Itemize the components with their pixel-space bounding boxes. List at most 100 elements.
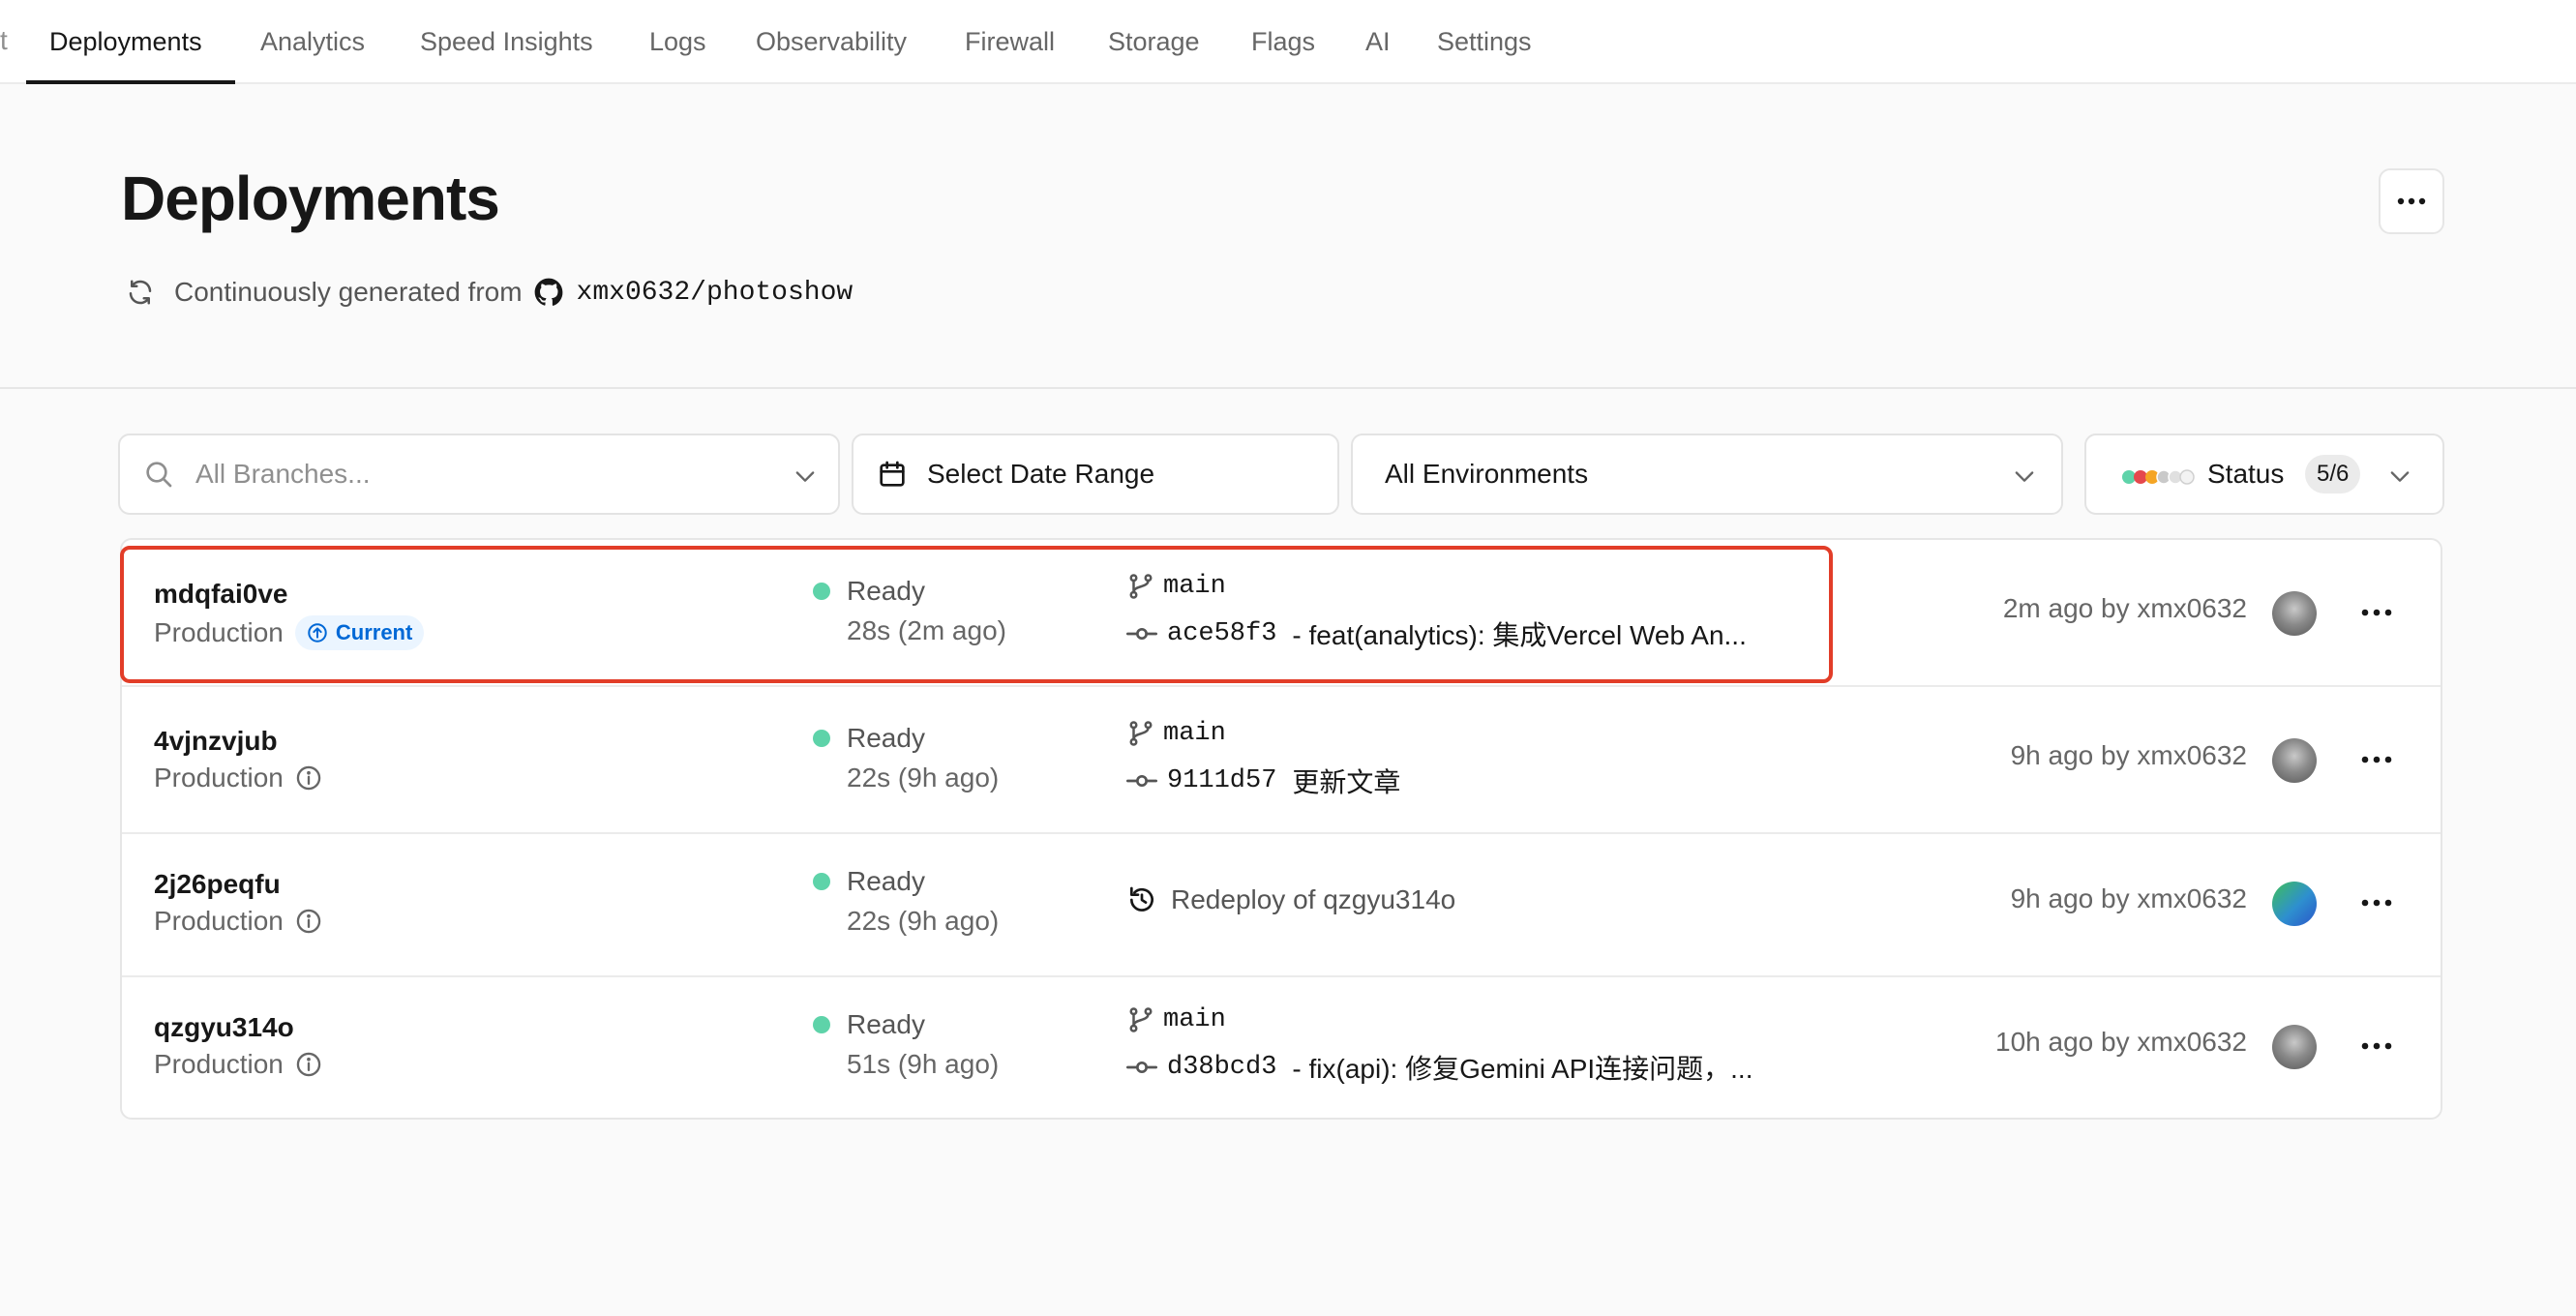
info-icon[interactable] bbox=[295, 908, 322, 935]
status-filter-select[interactable]: Status 5/6 bbox=[2084, 434, 2444, 515]
deployment-id[interactable]: 2j26peqfu bbox=[154, 869, 281, 900]
commit-sha[interactable]: 9111d57 bbox=[1167, 766, 1276, 795]
refresh-icon bbox=[126, 278, 155, 307]
deployment-meta: 2m ago by xmx0632 bbox=[2002, 593, 2247, 623]
environment-label: Production bbox=[154, 763, 284, 793]
git-branch-icon bbox=[1126, 719, 1155, 748]
deployment-id[interactable]: mdqfai0ve bbox=[154, 579, 288, 610]
deployment-row[interactable]: qzgyu314o Production Ready 51s (9h ago) … bbox=[122, 977, 2441, 1120]
more-horizontal-icon bbox=[2361, 609, 2392, 616]
search-icon bbox=[143, 459, 174, 490]
tab-settings[interactable]: Settings bbox=[1437, 0, 1532, 84]
branch-filter-placeholder: All Branches... bbox=[195, 459, 371, 489]
environment-label: Production bbox=[154, 617, 284, 647]
source-description: Continuously generated from bbox=[174, 277, 523, 307]
active-tab-indicator bbox=[26, 80, 235, 84]
git-commit-icon bbox=[1126, 618, 1157, 649]
row-more-options-button[interactable] bbox=[2357, 740, 2396, 779]
commit-info: 9111d57 更新文章 bbox=[1126, 762, 1400, 800]
deployment-row[interactable]: 4vjnzvjub Production Ready 22s (9h ago) … bbox=[122, 687, 2441, 834]
nav-edge-glyph: t bbox=[0, 25, 8, 55]
calendar-icon bbox=[877, 459, 908, 490]
deployment-id[interactable]: qzgyu314o bbox=[154, 1012, 294, 1043]
environment-label: Production bbox=[154, 1049, 284, 1079]
deployments-list: mdqfai0ve Production Current Ready 28s (… bbox=[120, 538, 2442, 1120]
commit-info: d38bcd3 - fix(api): 修复Gemini API连接问题，... bbox=[1126, 1048, 1753, 1087]
deployment-environment: Production bbox=[154, 906, 322, 937]
repository-link[interactable]: xmx0632/photoshow bbox=[577, 278, 854, 308]
branch-info: main bbox=[1126, 572, 1226, 601]
row-more-options-button[interactable] bbox=[2357, 593, 2396, 632]
branch-info: main bbox=[1126, 719, 1226, 748]
branch-name[interactable]: main bbox=[1163, 719, 1226, 748]
deployment-environment: Production bbox=[154, 1049, 322, 1080]
current-badge-label: Current bbox=[335, 620, 413, 644]
tab-analytics[interactable]: Analytics bbox=[260, 0, 365, 84]
deployment-status: Ready bbox=[847, 866, 925, 896]
more-horizontal-icon bbox=[2361, 756, 2392, 763]
deployment-environment: Production Current bbox=[154, 615, 425, 650]
tab-firewall[interactable]: Firewall bbox=[965, 0, 1055, 84]
git-commit-icon bbox=[1126, 765, 1157, 796]
page-title: Deployments bbox=[121, 164, 500, 233]
git-commit-icon bbox=[1126, 1052, 1157, 1083]
environment-select[interactable]: All Environments bbox=[1351, 434, 2063, 515]
more-horizontal-icon bbox=[2397, 197, 2426, 205]
tab-logs[interactable]: Logs bbox=[649, 0, 706, 84]
info-icon[interactable] bbox=[295, 764, 322, 792]
status-ready-dot bbox=[813, 583, 830, 600]
row-more-options-button[interactable] bbox=[2357, 883, 2396, 922]
deployment-duration: 28s (2m ago) bbox=[847, 615, 1006, 645]
branch-name[interactable]: main bbox=[1163, 1005, 1226, 1034]
chevron-down-icon bbox=[2011, 463, 2038, 496]
deployment-meta: 9h ago by xmx0632 bbox=[2010, 740, 2247, 770]
deployment-status: Ready bbox=[847, 723, 925, 753]
tab-deployments[interactable]: Deployments bbox=[49, 0, 202, 84]
source-line: Continuously generated from xmx0632/phot… bbox=[126, 273, 853, 312]
commit-message[interactable]: 更新文章 bbox=[1292, 762, 1400, 800]
tab-speed-insights[interactable]: Speed Insights bbox=[420, 0, 593, 84]
branch-name[interactable]: main bbox=[1163, 572, 1226, 601]
redeploy-text[interactable]: Redeploy of qzgyu314o bbox=[1171, 884, 1455, 915]
status-ready-dot bbox=[813, 873, 830, 890]
commit-message[interactable]: - feat(analytics): 集成Vercel Web An... bbox=[1292, 614, 1746, 653]
commit-sha[interactable]: ace58f3 bbox=[1167, 619, 1276, 648]
deployment-meta: 9h ago by xmx0632 bbox=[2010, 883, 2247, 913]
tab-storage[interactable]: Storage bbox=[1108, 0, 1200, 84]
status-ready-dot bbox=[813, 1016, 830, 1033]
cat-avatar bbox=[2272, 1025, 2317, 1069]
redeploy-icon bbox=[1126, 884, 1157, 915]
tab-observability[interactable]: Observability bbox=[756, 0, 907, 84]
status-count-badge: 5/6 bbox=[2305, 455, 2361, 494]
status-ready-dot bbox=[813, 730, 830, 747]
tab-flags[interactable]: Flags bbox=[1251, 0, 1315, 84]
deployment-id[interactable]: 4vjnzvjub bbox=[154, 726, 278, 757]
date-range-label: Select Date Range bbox=[927, 459, 1155, 489]
date-range-picker[interactable]: Select Date Range bbox=[852, 434, 1339, 515]
cat-avatar bbox=[2272, 591, 2317, 636]
deployment-row[interactable]: 2j26peqfu Production Ready 22s (9h ago) … bbox=[122, 834, 2441, 977]
arrow-up-circle-icon bbox=[307, 622, 328, 643]
deployment-row[interactable]: mdqfai0ve Production Current Ready 28s (… bbox=[122, 540, 2441, 687]
commit-info: ace58f3 - feat(analytics): 集成Vercel Web … bbox=[1126, 614, 1747, 653]
chevron-down-icon bbox=[792, 463, 819, 496]
tab-ai[interactable]: AI bbox=[1365, 0, 1391, 84]
info-icon[interactable] bbox=[295, 1051, 322, 1078]
deployment-duration: 22s (9h ago) bbox=[847, 906, 1000, 936]
deployment-status: Ready bbox=[847, 576, 925, 606]
deployment-duration: 22s (9h ago) bbox=[847, 763, 1000, 793]
branch-filter-input[interactable]: All Branches... bbox=[118, 434, 840, 515]
section-divider bbox=[0, 387, 2576, 389]
page-more-options-button[interactable] bbox=[2379, 168, 2444, 234]
deployment-environment: Production bbox=[154, 763, 322, 793]
commit-sha[interactable]: d38bcd3 bbox=[1167, 1053, 1276, 1082]
gradient-avatar bbox=[2272, 882, 2317, 926]
commit-message[interactable]: - fix(api): 修复Gemini API连接问题，... bbox=[1292, 1048, 1752, 1087]
redeploy-info: Redeploy of qzgyu314o bbox=[1126, 884, 1455, 915]
git-branch-icon bbox=[1126, 572, 1155, 601]
deployment-duration: 51s (9h ago) bbox=[847, 1049, 1000, 1079]
environment-label: Production bbox=[154, 906, 284, 936]
cat-avatar bbox=[2272, 738, 2317, 783]
row-more-options-button[interactable] bbox=[2357, 1027, 2396, 1065]
branch-info: main bbox=[1126, 1005, 1226, 1034]
